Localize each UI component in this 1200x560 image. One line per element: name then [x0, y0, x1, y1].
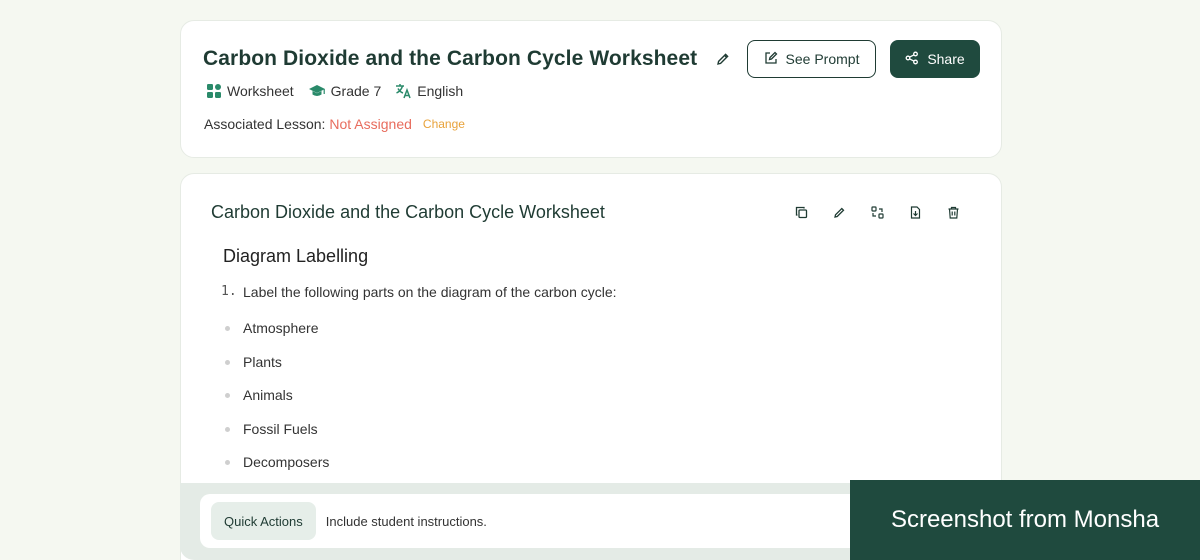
share-button[interactable]: Share	[890, 40, 980, 78]
graduation-cap-icon	[308, 83, 326, 99]
pencil-icon[interactable]	[715, 51, 731, 67]
question-number: 1.	[221, 284, 237, 299]
associated-lesson-label: Associated Lesson:	[204, 116, 326, 132]
question-text: Label the following parts on the diagram…	[243, 284, 617, 300]
page-title: Carbon Dioxide and the Carbon Cycle Work…	[203, 47, 698, 70]
change-lesson-link[interactable]: Change	[423, 117, 465, 131]
see-prompt-button[interactable]: See Prompt	[747, 40, 876, 78]
title-row: Carbon Dioxide and the Carbon Cycle Work…	[203, 47, 731, 71]
meta-type: Worksheet	[206, 83, 294, 99]
worksheet-header-card: Carbon Dioxide and the Carbon Cycle Work…	[180, 20, 1002, 158]
label-list: Atmosphere Plants Animals Fossil Fuels D…	[225, 320, 329, 488]
meta-language-label: English	[417, 83, 464, 99]
quick-actions-text[interactable]: Include student instructions.	[326, 514, 487, 529]
convert-icon[interactable]	[869, 204, 886, 221]
list-item: Fossil Fuels	[225, 421, 329, 455]
share-label: Share	[927, 51, 965, 67]
watermark-banner: Screenshot from Monsha	[850, 480, 1200, 560]
document-title: Carbon Dioxide and the Carbon Cycle Work…	[211, 202, 605, 222]
delete-icon[interactable]	[945, 204, 962, 221]
copy-icon[interactable]	[793, 204, 810, 221]
associated-lesson-value: Not Assigned	[329, 116, 412, 132]
section-heading: Diagram Labelling	[223, 246, 369, 266]
meta-type-label: Worksheet	[227, 83, 294, 99]
list-item: Atmosphere	[225, 320, 329, 354]
quick-actions-input[interactable]: Quick Actions Include student instructio…	[200, 494, 880, 548]
meta-row: Worksheet Grade 7 English	[206, 83, 463, 99]
meta-grade-label: Grade 7	[330, 83, 382, 99]
export-icon[interactable]	[907, 204, 924, 221]
meta-grade: Grade 7	[308, 83, 382, 99]
question-item: 1. Label the following parts on the diag…	[221, 284, 617, 300]
meta-language: English	[395, 83, 463, 99]
document-toolbar	[793, 204, 962, 221]
edit-icon[interactable]	[831, 204, 848, 221]
edit-square-icon	[764, 51, 778, 68]
see-prompt-label: See Prompt	[785, 51, 860, 67]
translate-icon	[395, 83, 412, 99]
list-item: Animals	[225, 387, 329, 421]
quick-actions-bar: Quick Actions Include student instructio…	[180, 483, 880, 560]
shapes-icon	[206, 83, 222, 99]
share-icon	[905, 51, 919, 68]
list-item: Plants	[225, 354, 329, 388]
associated-lesson-row: Associated Lesson: Not Assigned Change	[204, 116, 465, 132]
quick-actions-button[interactable]: Quick Actions	[211, 502, 316, 540]
